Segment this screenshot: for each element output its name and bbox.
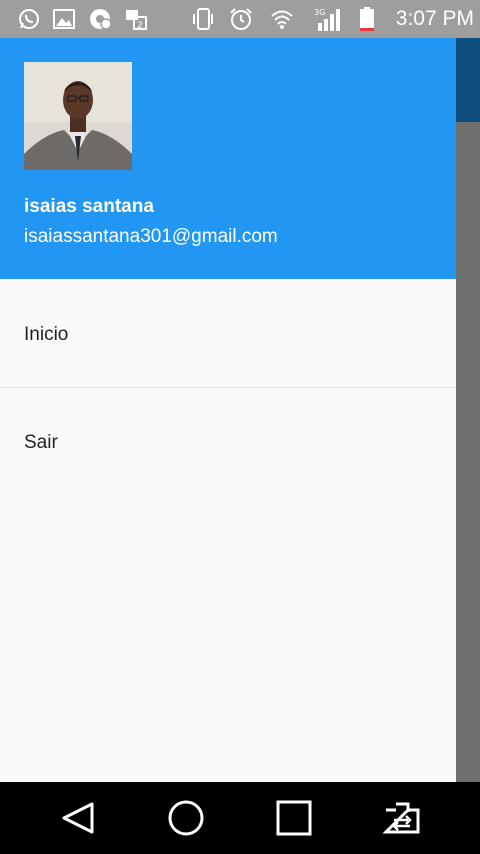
gallery-icon	[51, 6, 77, 32]
background-app-content	[456, 122, 480, 782]
home-icon[interactable]	[164, 796, 208, 840]
signal-3g-icon: 3G	[313, 6, 345, 32]
account-name: isaias santana	[24, 196, 154, 217]
status-time: 3:07 PM	[395, 7, 474, 30]
messages-icon: 2	[123, 6, 149, 32]
back-icon[interactable]	[56, 796, 100, 840]
menu-item-label: Inicio	[24, 324, 69, 345]
chrome-notification-icon	[87, 6, 113, 32]
avatar[interactable]	[24, 62, 132, 170]
system-nav-bar	[0, 782, 480, 854]
svg-text:3G: 3G	[314, 8, 325, 17]
status-bar: 2 3G 3:07 PM	[0, 0, 480, 38]
wifi-icon	[269, 6, 295, 32]
menu-item-label: Sair	[24, 432, 58, 453]
navigation-drawer: isaias santana isaiassantana301@gmail.co…	[0, 38, 456, 782]
menu-item-inicio[interactable]: Inicio	[0, 280, 456, 387]
battery-icon	[354, 6, 380, 32]
menu-item-sair[interactable]: Sair	[0, 388, 456, 495]
svg-text:2: 2	[137, 21, 143, 31]
alarm-icon	[228, 6, 254, 32]
background-app-bar	[456, 38, 480, 122]
recents-icon[interactable]	[272, 796, 316, 840]
vibrate-icon	[190, 6, 216, 32]
switch-app-icon[interactable]	[380, 796, 424, 840]
whatsapp-icon	[16, 6, 42, 32]
drawer-header: isaias santana isaiassantana301@gmail.co…	[0, 38, 456, 279]
account-email: isaiassantana301@gmail.com	[24, 226, 278, 247]
